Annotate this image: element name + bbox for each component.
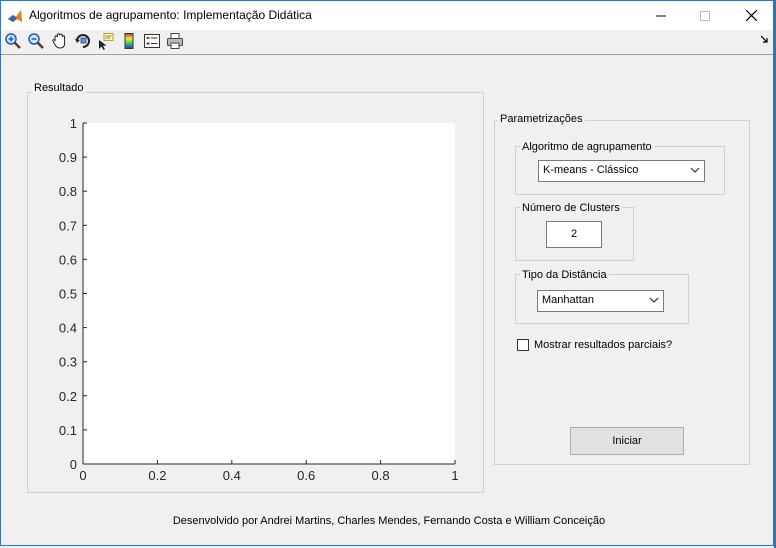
x-tick-label: 0 [79,468,86,483]
x-tick-label: 0.6 [297,468,315,483]
algorithm-group-title: Algoritmo de agrupamento [520,141,654,153]
partial-results-label: Mostrar resultados parciais? [534,339,673,351]
print-icon[interactable] [166,32,184,50]
close-button[interactable] [728,1,774,30]
data-cursor-icon[interactable] [97,32,115,50]
y-tick-label: 0.2 [59,389,77,404]
figure-toolbar [1,30,773,55]
x-tick-label: 0.8 [372,468,390,483]
algorithm-select-value: K-means - Clássico [543,164,639,176]
distance-select-value: Manhattan [542,294,594,306]
matlab-logo-icon [7,8,23,24]
chevron-down-icon [690,167,700,173]
legend-icon[interactable] [143,32,161,50]
y-tick-label: 0.1 [59,423,77,438]
distance-select[interactable]: Manhattan [537,290,664,312]
close-icon [745,10,757,21]
app-window: Algoritmos de agrupamento: Implementação… [0,0,774,546]
zoom-out-icon[interactable] [27,32,45,50]
y-tick-label: 0.8 [59,184,77,199]
y-tick-label: 0 [70,457,77,472]
clusters-input[interactable]: 2 [546,221,602,248]
y-tick-label: 0.7 [59,218,77,233]
plot-axes-svg: 0 0.2 0.4 0.6 0.8 1 0 0.1 0.2 0.3 0.4 0.5 0.6 0.7 0.8 0… [59,116,459,483]
zoom-in-icon[interactable] [4,32,22,50]
x-tick-label: 1 [451,468,458,483]
minimize-icon [656,15,666,16]
x-tick-label: 0.4 [223,468,241,483]
pan-hand-icon[interactable] [51,32,69,50]
start-button[interactable]: Iniciar [570,427,684,455]
credits-footer: Desenvolvido por Andrei Martins, Charles… [172,515,606,527]
y-tick-label: 0.5 [59,287,77,302]
title-bar: Algoritmos de agrupamento: Implementação… [1,1,773,30]
algorithm-select[interactable]: K-means - Clássico [538,160,705,182]
maximize-icon [700,10,710,21]
clusters-group-title: Número de Clusters [520,202,622,214]
partial-results-checkbox[interactable] [517,339,529,351]
result-panel-title: Resultado [32,82,86,94]
y-tick-label: 0.9 [59,150,77,165]
dock-arrow-icon[interactable] [760,35,769,44]
x-tick-label: 0.2 [148,468,166,483]
y-tick-label: 1 [70,116,77,131]
minimize-button[interactable] [638,1,684,30]
window-title: Algoritmos de agrupamento: Implementação… [29,8,312,22]
distance-group-title: Tipo da Distância [520,269,609,281]
y-tick-label: 0.6 [59,252,77,267]
colorbar-icon[interactable] [120,32,138,50]
maximize-button[interactable] [682,1,728,30]
chevron-down-icon [649,297,659,303]
rotate-3d-icon[interactable] [74,32,92,50]
params-panel-title: Parametrizações [498,113,585,125]
y-tick-label: 0.4 [59,321,77,336]
y-tick-label: 0.3 [59,355,77,370]
